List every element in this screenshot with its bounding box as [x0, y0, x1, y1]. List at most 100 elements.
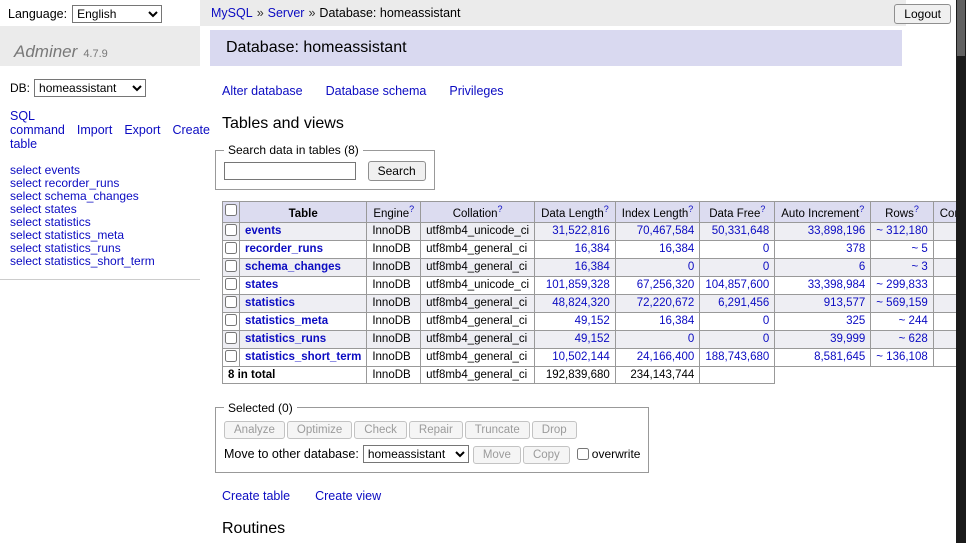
data-free-link[interactable]: 6,291,456: [718, 297, 769, 309]
move-button[interactable]: Move: [473, 446, 521, 464]
column-header: Data Length?: [535, 202, 616, 223]
adminer-version-link[interactable]: 4.7.9: [83, 48, 107, 60]
rows-count-link[interactable]: ~ 312,180: [876, 225, 927, 237]
data-free-link[interactable]: 104,857,600: [705, 279, 769, 291]
column-help-link[interactable]: ?: [497, 204, 502, 214]
sidebar-action-link[interactable]: Import: [77, 123, 112, 137]
row-checkbox[interactable]: [225, 332, 237, 344]
data-free-link[interactable]: 0: [763, 333, 769, 345]
move-db-select[interactable]: homeassistant: [363, 445, 469, 463]
auto-increment-link[interactable]: 33,398,984: [808, 279, 866, 291]
data-free-link[interactable]: 188,743,680: [705, 351, 769, 363]
data-free-link[interactable]: 50,331,648: [712, 225, 770, 237]
data-length-link[interactable]: 31,522,816: [552, 225, 610, 237]
sidebar-table-link[interactable]: select statistics_short_term: [10, 255, 190, 268]
row-checkbox[interactable]: [225, 224, 237, 236]
rows-count-link[interactable]: ~ 299,833: [876, 279, 927, 291]
rows-count-link[interactable]: ~ 569,159: [876, 297, 927, 309]
language-control: Language:English: [8, 5, 162, 23]
rows-count-link[interactable]: ~ 628: [899, 333, 928, 345]
database-action-link[interactable]: Database schema: [326, 84, 427, 98]
data-length-link[interactable]: 49,152: [575, 315, 610, 327]
database-action-link[interactable]: Privileges: [449, 84, 503, 98]
bulk-action-button[interactable]: Check: [354, 421, 407, 439]
table-name-link[interactable]: schema_changes: [245, 261, 341, 273]
row-checkbox[interactable]: [225, 278, 237, 290]
data-length-link[interactable]: 16,384: [575, 243, 610, 255]
search-input[interactable]: [224, 162, 356, 180]
bulk-action-button[interactable]: Truncate: [465, 421, 530, 439]
scrollbar-thumb[interactable]: [957, 0, 965, 56]
column-help-link[interactable]: ?: [409, 204, 414, 214]
breadcrumb-server-link[interactable]: Server: [268, 6, 305, 20]
overwrite-label: overwrite: [592, 447, 641, 461]
rows-count-link[interactable]: ~ 136,108: [876, 351, 927, 363]
row-checkbox[interactable]: [225, 350, 237, 362]
create-link[interactable]: Create table: [222, 489, 290, 503]
table-row: statistics_meta InnoDB utf8mb4_general_c…: [223, 312, 966, 330]
column-help-link[interactable]: ?: [914, 204, 919, 214]
auto-increment-link[interactable]: 6: [859, 261, 865, 273]
index-length-link[interactable]: 0: [688, 333, 694, 345]
overwrite-checkbox[interactable]: [577, 448, 589, 460]
language-select[interactable]: English: [72, 5, 162, 23]
sidebar-action-link[interactable]: Export: [124, 123, 160, 137]
data-length-link[interactable]: 101,859,328: [546, 279, 610, 291]
index-length-link[interactable]: 16,384: [659, 315, 694, 327]
data-length-link[interactable]: 48,824,320: [552, 297, 610, 309]
index-length-link[interactable]: 24,166,400: [637, 351, 695, 363]
row-checkbox[interactable]: [225, 242, 237, 254]
index-length-link[interactable]: 72,220,672: [637, 297, 695, 309]
copy-button[interactable]: Copy: [523, 446, 570, 464]
table-name-link[interactable]: states: [245, 279, 278, 291]
index-length-link[interactable]: 0: [688, 261, 694, 273]
search-button[interactable]: Search: [368, 161, 426, 181]
table-name-link[interactable]: statistics_runs: [245, 333, 326, 345]
column-help-link[interactable]: ?: [859, 204, 864, 214]
table-name-link[interactable]: recorder_runs: [245, 243, 323, 255]
row-checkbox[interactable]: [225, 296, 237, 308]
bulk-action-button[interactable]: Repair: [409, 421, 463, 439]
data-length-link[interactable]: 49,152: [575, 333, 610, 345]
table-name-link[interactable]: statistics: [245, 297, 295, 309]
db-select[interactable]: homeassistant: [34, 79, 146, 97]
auto-increment-link[interactable]: 325: [846, 315, 865, 327]
row-checkbox[interactable]: [225, 314, 237, 326]
column-help-link[interactable]: ?: [760, 204, 765, 214]
column-help-link[interactable]: ?: [688, 204, 693, 214]
logout-button[interactable]: Logout: [894, 4, 951, 24]
database-action-link[interactable]: Alter database: [222, 84, 303, 98]
index-length-link[interactable]: 67,256,320: [637, 279, 695, 291]
index-length-cell: 70,467,584: [615, 222, 700, 240]
row-checkbox[interactable]: [225, 260, 237, 272]
index-length-link[interactable]: 16,384: [659, 243, 694, 255]
rows-count-link[interactable]: ~ 3: [911, 261, 927, 273]
rows-count-link[interactable]: ~ 5: [911, 243, 927, 255]
auto-increment-link[interactable]: 33,898,196: [808, 225, 866, 237]
auto-increment-link[interactable]: 39,999: [830, 333, 865, 345]
sidebar-action-link[interactable]: SQL command: [10, 109, 65, 137]
data-free-link[interactable]: 0: [763, 261, 769, 273]
auto-increment-link[interactable]: 8,581,645: [814, 351, 865, 363]
index-length-link[interactable]: 70,467,584: [637, 225, 695, 237]
data-free-link[interactable]: 0: [763, 315, 769, 327]
data-length-link[interactable]: 16,384: [575, 261, 610, 273]
rows-count-link[interactable]: ~ 244: [899, 315, 928, 327]
table-name-link[interactable]: events: [245, 225, 281, 237]
auto-increment-link[interactable]: 913,577: [824, 297, 866, 309]
breadcrumb-mysql-link[interactable]: MySQL: [211, 6, 253, 20]
column-help-link[interactable]: ?: [604, 204, 609, 214]
data-free-link[interactable]: 0: [763, 243, 769, 255]
data-length-link[interactable]: 10,502,144: [552, 351, 610, 363]
table-name-link[interactable]: statistics_meta: [245, 315, 328, 327]
sidebar-actions: SQL commandImportExportCreate table: [0, 101, 200, 151]
adminer-logo-link[interactable]: Adminer: [14, 42, 77, 61]
select-all-checkbox[interactable]: [225, 204, 237, 216]
vertical-scrollbar[interactable]: [956, 0, 966, 543]
auto-increment-link[interactable]: 378: [846, 243, 865, 255]
bulk-action-button[interactable]: Optimize: [287, 421, 352, 439]
create-link[interactable]: Create view: [315, 489, 381, 503]
table-name-link[interactable]: statistics_short_term: [245, 351, 361, 363]
bulk-action-button[interactable]: Analyze: [224, 421, 285, 439]
bulk-action-button[interactable]: Drop: [532, 421, 577, 439]
